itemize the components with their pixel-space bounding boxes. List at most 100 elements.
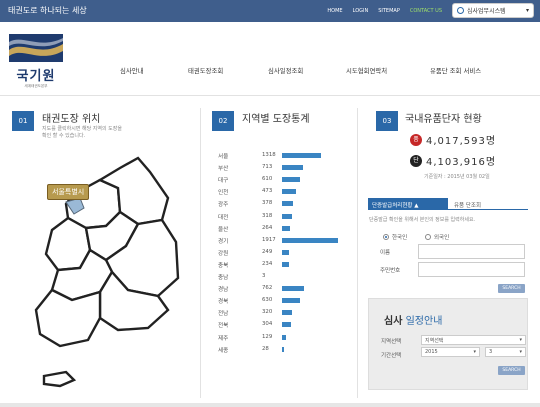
- login-link[interactable]: LOGIN: [353, 8, 369, 14]
- stat-row: 울산 264: [218, 225, 348, 237]
- stat-bar: [282, 189, 296, 195]
- month-select-value: 3: [489, 349, 493, 355]
- section-2-badge: 02: [212, 111, 234, 131]
- id-label: 주민번호: [380, 268, 401, 274]
- schedule-title: 심사 일정안내: [384, 312, 442, 327]
- stat-row: 제주 129: [218, 334, 348, 346]
- stat-row: 전북 304: [218, 321, 348, 333]
- logo-subtitle: 세계태권도본부: [24, 84, 48, 88]
- stat-region: 울산: [218, 226, 229, 233]
- stat-row: 대구 610: [218, 176, 348, 188]
- stat-row: 경남 762: [218, 285, 348, 297]
- stat-row: 경북 630: [218, 297, 348, 309]
- stat-row: 충북 234: [218, 261, 348, 273]
- map-region-jeonnam: [34, 288, 102, 348]
- korea-map[interactable]: [8, 150, 193, 395]
- base-date: 기준일자 : 2015년 03월 02일: [424, 174, 490, 180]
- section-3-badge: 03: [376, 111, 398, 131]
- chevron-up-icon: ▲: [414, 203, 419, 209]
- section-1-badge: 01: [12, 111, 34, 131]
- tab-certificate-status-label: 단증발급처리현황: [372, 203, 413, 209]
- region-label: 지역선택: [381, 339, 402, 345]
- stat-row: 대전 318: [218, 213, 348, 225]
- stat-region: 강원: [218, 250, 229, 257]
- radio-korean[interactable]: [383, 234, 389, 240]
- stat-row: 부산 713: [218, 164, 348, 176]
- system-select-label: 심사업무시스템: [467, 8, 506, 15]
- dan-icon: 단: [410, 154, 422, 167]
- stat-row: 강원 249: [218, 249, 348, 261]
- region-select[interactable]: 지역선택 ▾: [421, 335, 526, 345]
- section-1-title: 태권도장 위치: [42, 114, 101, 125]
- home-link[interactable]: HOME: [327, 8, 342, 14]
- stat-bar: [282, 310, 292, 316]
- stat-value: 378: [262, 200, 273, 207]
- logo[interactable]: 국기원 세계태권도본부: [6, 34, 66, 90]
- poom-count: 품 4,017,593명: [410, 132, 496, 147]
- contact-link[interactable]: CONTACT US: [410, 8, 442, 14]
- section-1-desc: 지도를 클릭하시면 해당 지역의 도장을 확인 할 수 있습니다.: [42, 126, 122, 140]
- section-3-title: 국내유품단자 현황: [405, 114, 482, 125]
- dan-count: 단 4,103,916명: [410, 153, 496, 168]
- map-selected-label: 서울특별시: [47, 184, 90, 200]
- stat-bar: [282, 225, 290, 231]
- top-nav: HOME LOGIN SITEMAP CONTACT US 심사업무시스템 ▾: [327, 3, 534, 18]
- stat-bar: [282, 286, 305, 292]
- stat-bar: [282, 165, 303, 171]
- stat-value: 318: [262, 212, 273, 219]
- dan-count-value: 4,103,916명: [426, 157, 497, 168]
- tab-certificate-status[interactable]: 단증발급처리현황 ▲: [368, 198, 448, 210]
- stat-region: 제주: [218, 335, 229, 342]
- stat-row: 인천 473: [218, 188, 348, 200]
- stat-bar: [282, 346, 284, 352]
- month-select[interactable]: 3 ▾: [485, 347, 526, 357]
- stat-value: 713: [262, 164, 273, 171]
- nav-association-contacts[interactable]: 시도협회연락처: [346, 66, 387, 75]
- schedule-title-prefix: 심사: [384, 316, 403, 327]
- radio-foreigner-label: 외국인: [434, 235, 450, 241]
- divider: [357, 108, 358, 398]
- stat-value: 1917: [262, 236, 276, 243]
- nav-exam-info[interactable]: 심사안내: [120, 66, 144, 75]
- user-icon: [457, 7, 464, 14]
- lookup-desc: 단증발급 확인을 위해서 본인의 정보를 입력하세요.: [369, 217, 476, 223]
- stat-bar: [282, 261, 289, 267]
- top-bar: 태권도로 하나되는 세상 HOME LOGIN SITEMAP CONTACT …: [0, 0, 540, 22]
- stat-row: 세종 28: [218, 346, 348, 358]
- schedule-search-button[interactable]: SEARCH: [498, 366, 525, 375]
- stat-value: 1318: [262, 152, 276, 158]
- lookup-search-button[interactable]: SEARCH: [498, 284, 525, 293]
- nav-dojang-search[interactable]: 태권도장조회: [188, 66, 223, 75]
- system-select[interactable]: 심사업무시스템 ▾: [452, 3, 534, 18]
- radio-korean-label: 한국인: [392, 235, 408, 241]
- stat-region: 부산: [218, 166, 229, 173]
- stat-value: 249: [262, 248, 273, 255]
- stat-region: 인천: [218, 190, 229, 197]
- stat-value: 129: [262, 333, 273, 340]
- radio-foreigner[interactable]: [425, 234, 431, 240]
- year-select[interactable]: 2015 ▾: [421, 347, 480, 357]
- stat-value: 264: [262, 224, 273, 231]
- period-label: 기간선택: [381, 353, 402, 359]
- logo-name: 국기원: [16, 69, 56, 84]
- stat-bar: [282, 213, 292, 219]
- stat-region: 충남: [218, 275, 229, 281]
- stat-region: 전북: [218, 323, 229, 330]
- tab-poomdan-lookup[interactable]: 유품 단조회: [454, 201, 481, 209]
- stat-region: 대전: [218, 214, 229, 221]
- stat-value: 473: [262, 188, 273, 195]
- name-input[interactable]: [418, 244, 525, 259]
- sitemap-link[interactable]: SITEMAP: [378, 8, 400, 14]
- nav-poomdan-service[interactable]: 유품단 조회 서비스: [430, 66, 481, 75]
- nav-exam-schedule[interactable]: 심사일정조회: [268, 66, 303, 75]
- footer-line: [0, 403, 540, 407]
- chevron-down-icon: ▾: [525, 7, 529, 14]
- schedule-box: 심사 일정안내 지역선택 지역선택 ▾ 기간선택 2015 ▾ 3 ▾ SEARCH: [368, 298, 528, 390]
- stat-region: 경북: [218, 299, 229, 306]
- stat-value: 234: [262, 260, 273, 267]
- stat-bar: [282, 334, 286, 340]
- stat-bar: [282, 298, 301, 304]
- id-input[interactable]: [418, 262, 525, 277]
- section-1-desc-line-1: 지도를 클릭하시면 해당 지역의 도장을: [42, 126, 122, 132]
- divider: [200, 108, 201, 398]
